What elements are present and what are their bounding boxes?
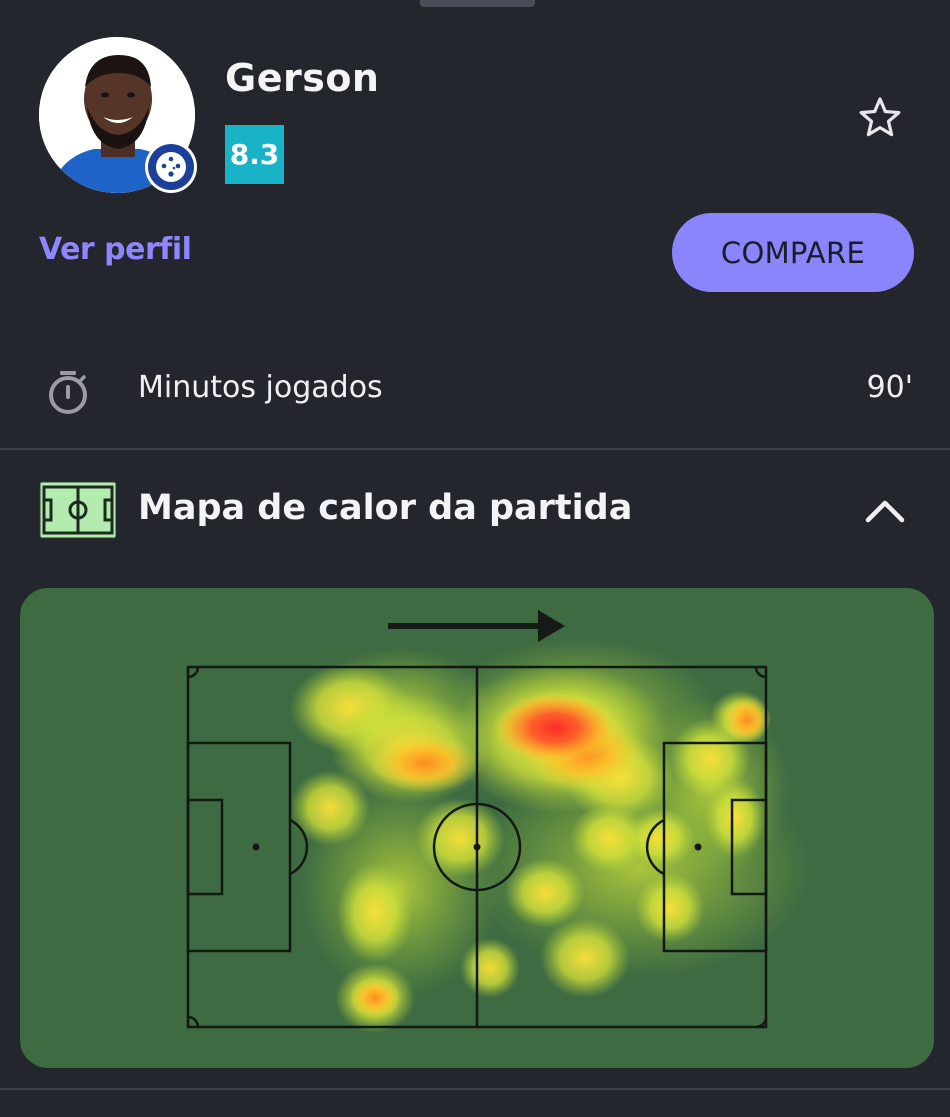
divider	[0, 448, 950, 450]
star-icon	[859, 97, 901, 137]
view-profile-link[interactable]: Ver perfil	[39, 232, 192, 267]
player-match-sheet: Gerson 8.3 Ver perfil COMPARE Minutos jo…	[0, 0, 950, 1117]
pitch-icon	[39, 481, 117, 539]
rating-badge: 8.3	[225, 125, 284, 184]
stat-row-minutes: Minutos jogados 90'	[0, 350, 950, 430]
heatmap-card	[20, 588, 934, 1068]
sheet-drag-handle[interactable]	[420, 0, 535, 7]
heatmap-section-header[interactable]: Mapa de calor da partida	[0, 470, 950, 550]
attack-direction-arrow-icon	[388, 610, 565, 642]
chevron-up-icon[interactable]	[860, 490, 910, 530]
favorite-button[interactable]	[854, 92, 906, 144]
stat-value: 90'	[866, 370, 913, 405]
stat-label: Minutos jogados	[138, 370, 383, 405]
section-title: Mapa de calor da partida	[138, 488, 633, 528]
compare-button[interactable]: COMPARE	[672, 213, 914, 292]
divider	[0, 1088, 950, 1090]
player-name: Gerson	[225, 56, 380, 100]
club-crest-icon	[145, 141, 197, 193]
heatmap-pitch	[186, 610, 810, 1033]
stopwatch-icon	[49, 371, 87, 414]
